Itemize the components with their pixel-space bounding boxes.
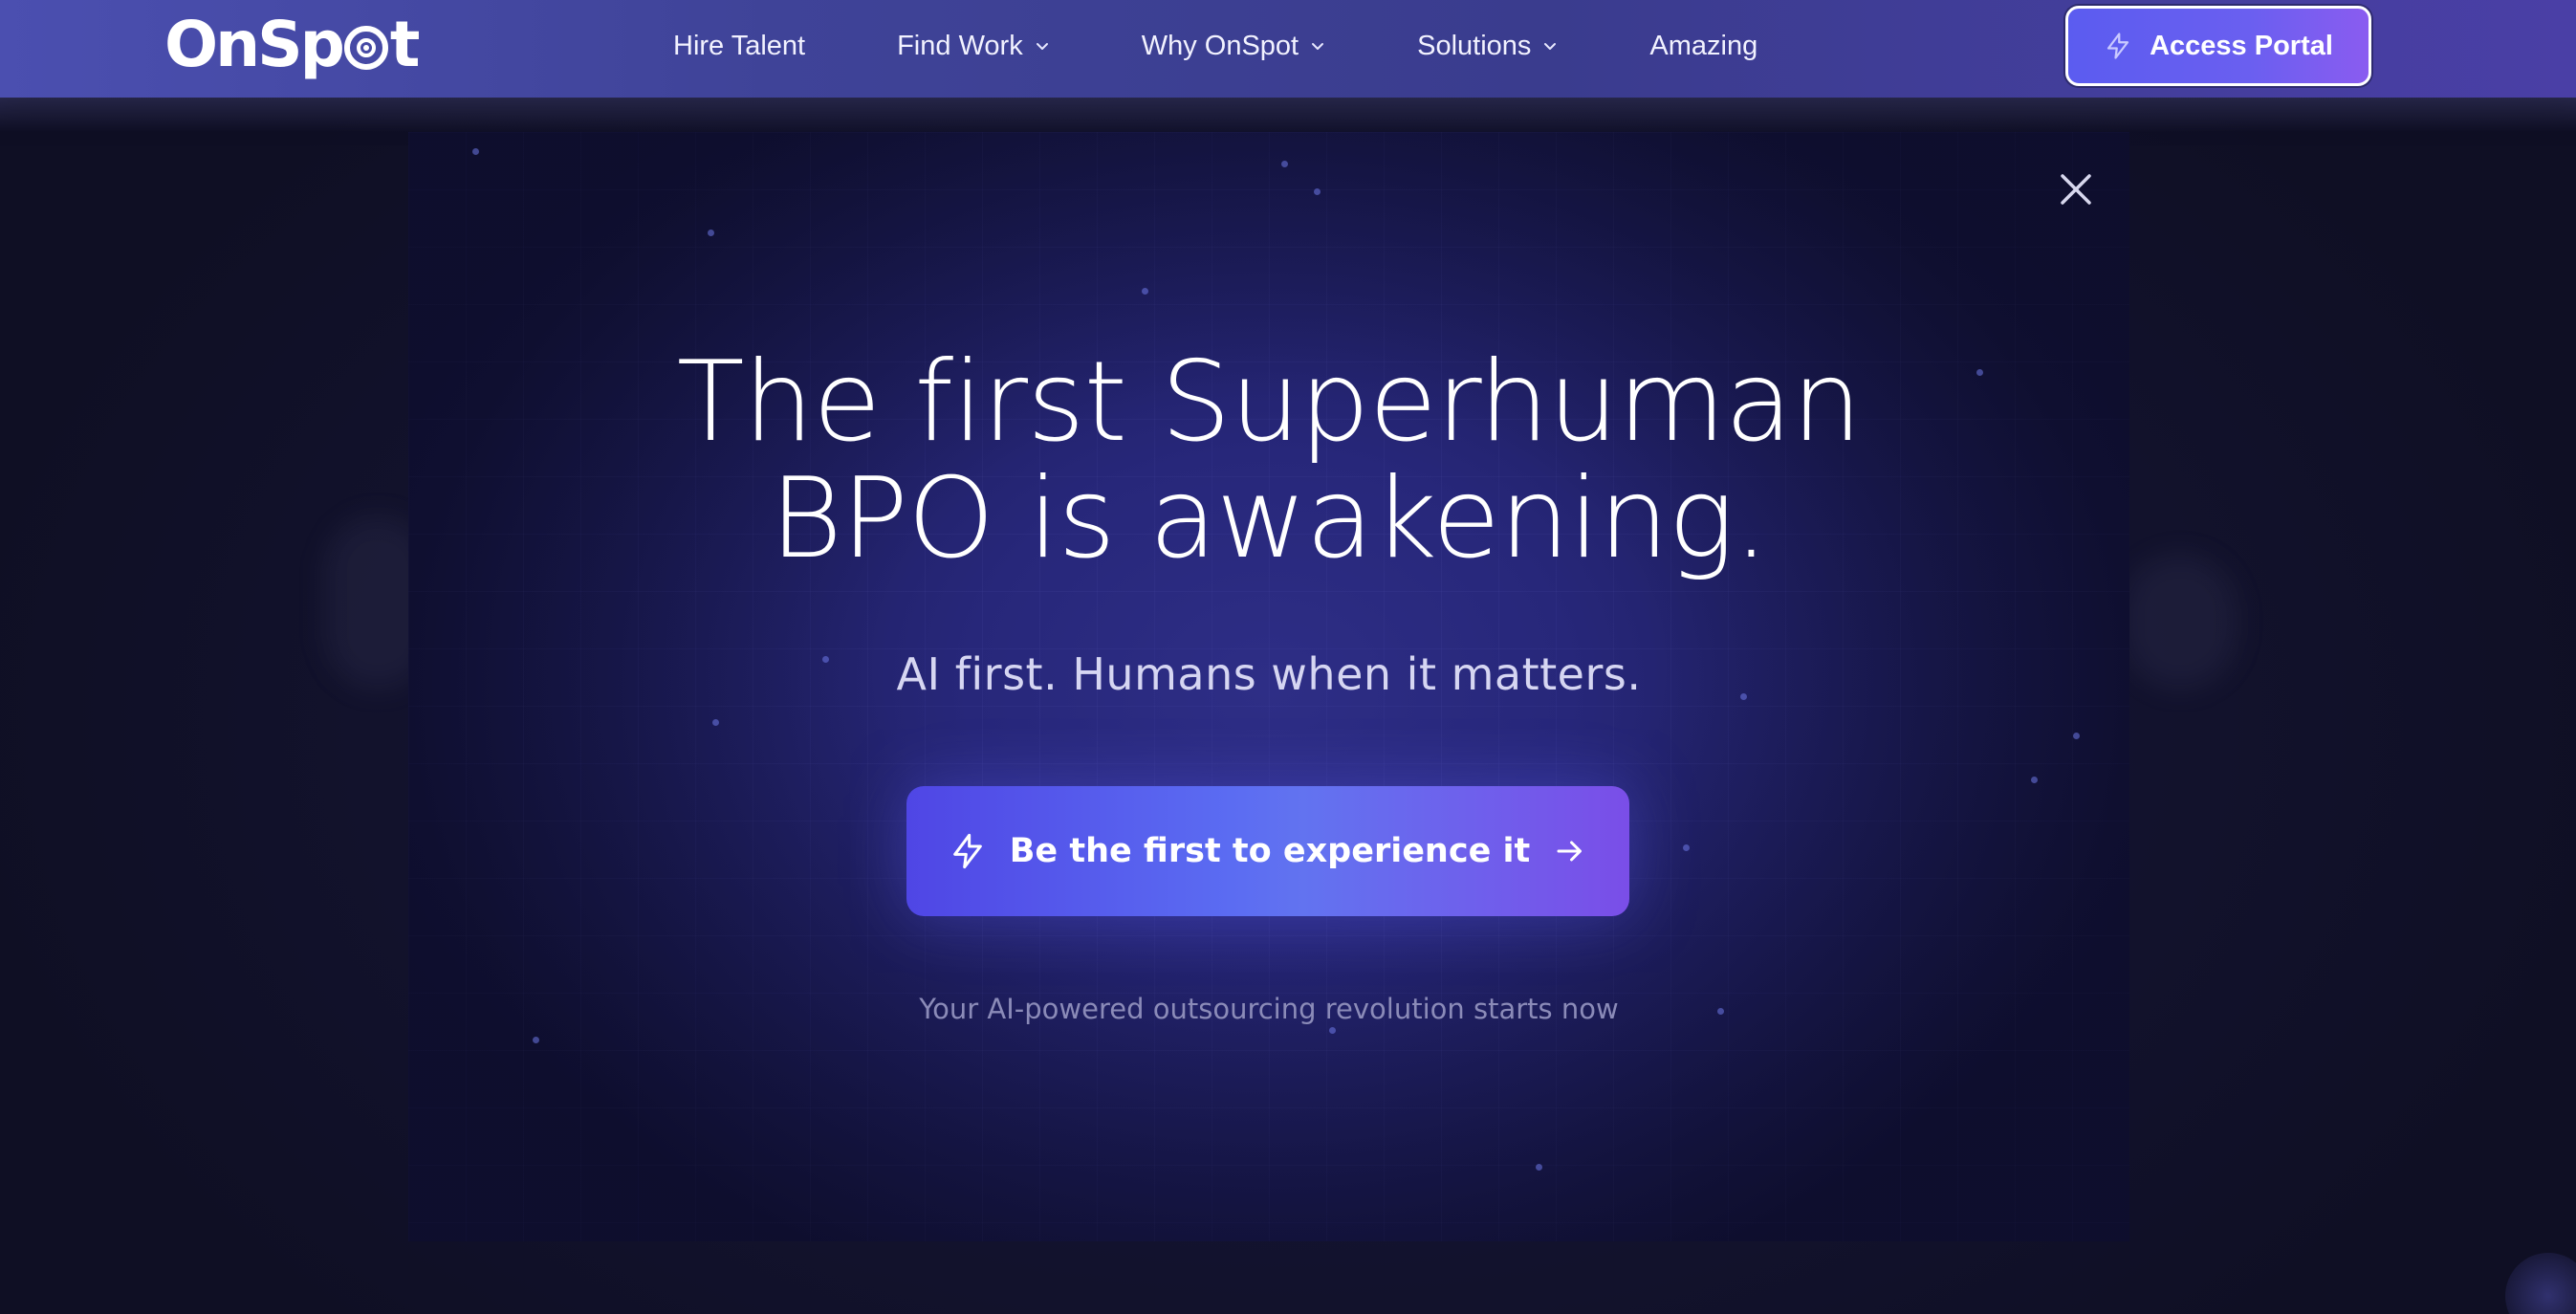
access-portal-label: Access Portal [2150, 30, 2333, 61]
close-icon [2061, 174, 2091, 205]
nav-amazing[interactable]: Amazing [1649, 31, 1757, 62]
star-dot [708, 230, 714, 236]
star-dot [533, 1037, 539, 1043]
lightning-icon [2107, 33, 2129, 59]
star-dot [2031, 777, 2038, 783]
star-dot [2073, 733, 2080, 739]
blurred-background-shape [2123, 555, 2238, 689]
access-portal-button[interactable]: Access Portal [2065, 6, 2371, 86]
headline-line-1: The first Superhuman [676, 338, 1863, 467]
cta-label: Be the first to experience it [1009, 832, 1531, 870]
nav-hire-talent-label: Hire Talent [673, 30, 806, 61]
target-icon [343, 26, 388, 70]
chevron-down-icon [1312, 43, 1324, 50]
star-dot [1314, 188, 1321, 195]
main-nav: Hire Talent Find Work Why OnSpot Solutio… [673, 0, 1849, 92]
modal-subheadline: AI first. Humans when it matters. [896, 648, 1642, 700]
nav-find-work-label: Find Work [897, 30, 1023, 61]
brand-logo[interactable]: OnSp t [164, 6, 421, 82]
nav-amazing-label: Amazing [1649, 30, 1758, 61]
star-dot [1142, 288, 1148, 295]
experience-cta-button[interactable]: Be the first to experience it [906, 786, 1629, 916]
star-dot [1536, 1164, 1542, 1171]
star-dot [1329, 1027, 1336, 1034]
lightning-icon [952, 833, 982, 869]
nav-hire-talent[interactable]: Hire Talent [673, 31, 805, 62]
nav-solutions-label: Solutions [1417, 30, 1532, 61]
nav-find-work[interactable]: Find Work [897, 31, 1050, 62]
star-dot [712, 719, 719, 726]
chevron-down-icon [1036, 43, 1048, 50]
modal-tagline: Your AI-powered outsourcing revolution s… [919, 993, 1619, 1025]
nav-why-onspot-label: Why OnSpot [1141, 30, 1299, 61]
star-dot [472, 148, 479, 155]
top-navbar: OnSp t Hire Talent Find Work Why OnSpot S… [0, 0, 2576, 132]
close-modal-button[interactable] [2053, 166, 2099, 212]
nav-solutions[interactable]: Solutions [1417, 31, 1558, 62]
brand-logo-text: OnSp [164, 7, 345, 81]
announcement-modal: The first Superhuman BPO is awakening. A… [408, 132, 2129, 1241]
headline-line-2: BPO is awakening. [770, 454, 1769, 583]
star-dot [1281, 161, 1288, 167]
star-dot [1683, 844, 1690, 851]
brand-logo-tail: t [389, 7, 421, 81]
modal-headline: The first Superhuman BPO is awakening. [408, 344, 2129, 578]
chevron-down-icon [1544, 43, 1557, 50]
nav-why-onspot[interactable]: Why OnSpot [1142, 31, 1325, 62]
arrow-right-icon [1557, 841, 1583, 862]
